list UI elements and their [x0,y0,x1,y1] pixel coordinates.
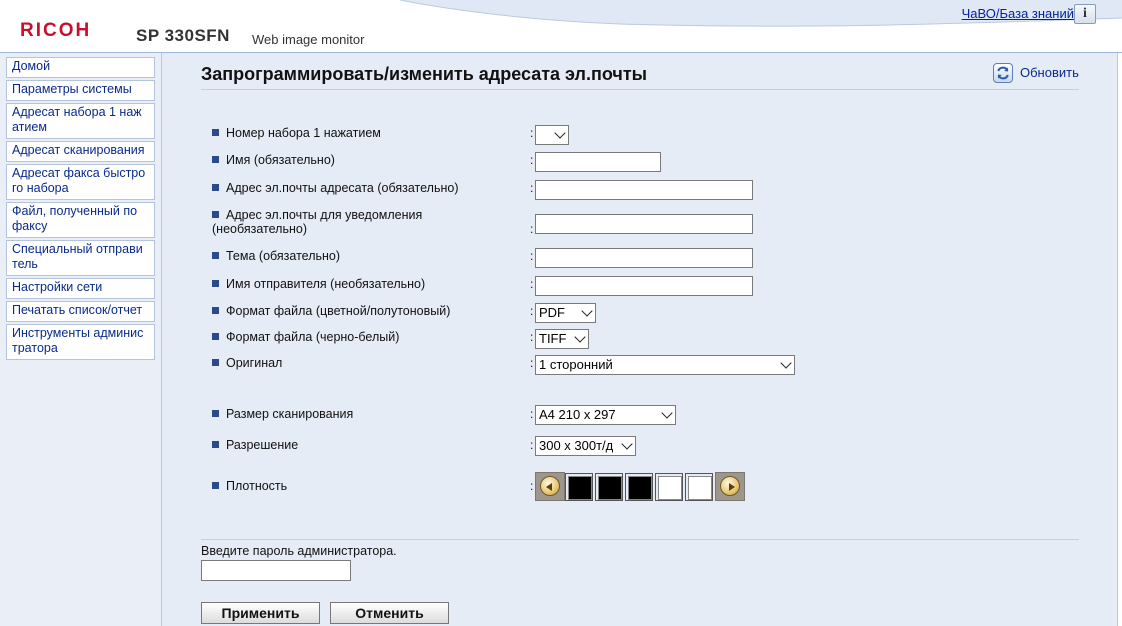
colon: : [530,249,534,263]
refresh-label[interactable]: Обновить [1020,65,1079,80]
colon: : [530,222,534,236]
sidebar-item-print-list-report[interactable]: Печатать список/отчет [6,301,155,322]
bullet-icon [212,441,219,449]
chevron-down-icon [661,407,673,419]
refresh-icon[interactable] [993,63,1013,83]
email-input[interactable] [535,180,753,200]
sidebar-item-speed-dial-destination[interactable]: Адресат набора 1 наж атием [6,103,155,139]
header: RICOH SP 330SFN Web image monitor ЧаВО/Б… [0,0,1122,52]
density-cell-fill [688,476,712,500]
resolution-label: Разрешение [212,438,298,452]
model-name: SP 330SFN [136,26,230,45]
density-cell[interactable] [565,473,593,501]
density-label: Плотность [212,479,287,493]
colon: : [530,407,534,421]
bullet-icon [212,252,219,260]
file-format-color-label: Формат файла (цветной/полутоновый) [212,304,450,318]
file-format-color-select[interactable]: PDF [535,303,596,323]
sidebar-item-special-sender[interactable]: Специальный отправи тель [6,240,155,276]
bullet-icon [212,359,219,367]
speed-dial-label: Номер набора 1 нажатием [212,126,381,140]
sidebar-item-scan-destination[interactable]: Адресат сканирования [6,141,155,162]
sender-name-label: Имя отправителя (необязательно) [212,277,425,291]
density-decrease-button[interactable] [535,472,565,501]
sidebar-item-received-fax-file[interactable]: Файл, полученный по факсу [6,202,155,238]
notify-email-label: Адрес эл.почты для уведомления (необязат… [212,208,423,236]
chevron-down-icon [574,331,586,343]
chevron-down-icon [554,127,566,139]
chevron-down-icon [621,438,633,450]
sidebar-item-home[interactable]: Домой [6,57,155,78]
scan-size-select[interactable]: A4 210 x 297 [535,405,676,425]
bullet-icon [212,211,219,219]
title-divider [201,89,1079,90]
density-cell-fill [658,476,682,500]
speed-dial-select[interactable] [535,125,569,145]
colon: : [530,479,534,493]
bullet-icon [212,129,219,137]
density-cell-fill [628,476,652,500]
ricoh-logo: RICOH [20,20,92,41]
subject-input[interactable] [535,248,753,268]
right-border [1117,53,1122,626]
chevron-down-icon [780,357,792,369]
colon: : [530,181,534,195]
density-increase-button[interactable] [715,472,745,501]
sidebar-item-fax-quick-dial[interactable]: Адресат факса быстро го набора [6,164,155,200]
original-select[interactable]: 1 сторонний [535,355,795,375]
bullet-icon [212,482,219,490]
info-icon[interactable]: i [1074,4,1096,24]
sidebar-item-network-settings[interactable]: Настройки сети [6,278,155,299]
faq-link[interactable]: ЧаВО/База знаний [962,6,1074,21]
colon: : [530,126,534,140]
density-cell-fill [568,476,592,500]
bullet-icon [212,156,219,164]
colon: : [530,438,534,452]
bullet-icon [212,307,219,315]
file-format-bw-label: Формат файла (черно-белый) [212,330,399,344]
colon: : [530,304,534,318]
density-cell[interactable] [685,473,713,501]
email-label: Адрес эл.почты адресата (обязательно) [212,181,458,195]
page-title: Запрограммировать/изменить адресата эл.п… [201,64,648,84]
colon: : [530,277,534,291]
apply-button[interactable]: Применить [201,602,320,624]
scan-size-label: Размер сканирования [212,407,353,421]
chevron-down-icon [581,305,593,317]
app-subtitle: Web image monitor [252,32,365,47]
cancel-button[interactable]: Отменить [330,602,449,624]
name-label: Имя (обязательно) [212,153,335,167]
density-cell[interactable] [625,473,653,501]
sidebar: Домой Параметры системы Адресат набора 1… [0,53,162,626]
subject-label: Тема (обязательно) [212,249,340,263]
notify-email-input[interactable] [535,214,753,234]
sidebar-item-system-settings[interactable]: Параметры системы [6,80,155,101]
colon: : [530,153,534,167]
bullet-icon [212,280,219,288]
density-cell[interactable] [655,473,683,501]
admin-password-input[interactable] [201,560,351,581]
admin-password-label: Введите пароль администратора. [201,544,397,558]
colon: : [530,330,534,344]
bullet-icon [212,410,219,418]
resolution-select[interactable]: 300 x 300т/д [535,436,636,456]
bullet-icon [212,184,219,192]
sender-name-input[interactable] [535,276,753,296]
name-input[interactable] [535,152,661,172]
colon: : [530,356,534,370]
form-divider [201,539,1079,540]
density-cell-fill [598,476,622,500]
file-format-bw-select[interactable]: TIFF [535,329,589,349]
sidebar-item-admin-tools[interactable]: Инструменты админис тратора [6,324,155,360]
density-cell[interactable] [595,473,623,501]
bullet-icon [212,333,219,341]
original-label: Оригинал [212,356,282,370]
